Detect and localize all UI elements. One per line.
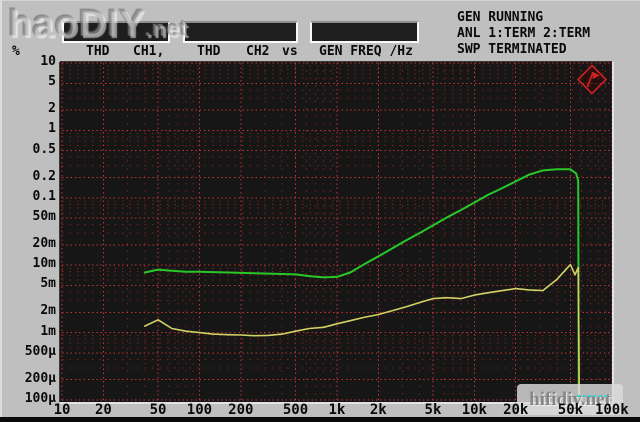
x-tick-label: 20 <box>95 403 112 418</box>
trace2-channel-label: CH2 <box>246 44 269 59</box>
status-generator: GEN RUNNING <box>457 10 543 25</box>
x-tick-label: 500 <box>283 403 308 418</box>
y-tick-label: 200µ <box>0 372 56 386</box>
y-tick-label: 2 <box>0 102 56 116</box>
status-sweep: SWP TERMINATED <box>457 42 567 57</box>
readout-field-thd-ch1 <box>62 21 170 43</box>
y-tick-label: 500µ <box>0 345 56 359</box>
readout-field-thd-ch2 <box>183 21 298 43</box>
x-tick-label: 50k <box>558 403 583 418</box>
y-tick-label: 10m <box>0 257 56 271</box>
analyzer-screen: haoDIY.net % THD CH1, THD CH2 vs GEN FRE… <box>0 0 640 422</box>
y-tick-label: 20m <box>0 237 56 251</box>
x-tick-label: 10k <box>462 403 487 418</box>
trace1-func-label: THD <box>86 44 109 59</box>
y-tick-label: 5 <box>0 75 56 89</box>
y-tick-label: 1 <box>0 122 56 136</box>
y-tick-label: 0.1 <box>0 190 56 204</box>
plot-area <box>60 62 612 402</box>
x-tick-label: 1k <box>328 403 345 418</box>
x-tick-label: 10 <box>54 403 71 418</box>
thd-vs-frequency-chart <box>60 62 612 402</box>
y-tick-label: 5m <box>0 277 56 291</box>
trace-vs-label: vs <box>282 44 298 59</box>
screen-edge-top <box>0 0 640 1</box>
rohde-schwarz-logo-icon <box>578 66 606 94</box>
y-tick-label: 50m <box>0 210 56 224</box>
cyan-bottom-marker <box>577 395 610 397</box>
trace1-channel-label: CH1, <box>133 44 164 59</box>
y-tick-label: 0.2 <box>0 170 56 184</box>
x-tick-label: 5k <box>425 403 442 418</box>
y-tick-label: 1m <box>0 325 56 339</box>
trace-1 <box>145 169 579 400</box>
y-tick-label: 0.5 <box>0 143 56 157</box>
x-tick-label: 50 <box>150 403 167 418</box>
x-tick-label: 20k <box>503 403 528 418</box>
x-tick-label: 100 <box>187 403 212 418</box>
y-tick-label: 100µ <box>0 392 56 406</box>
x-tick-label: 200 <box>228 403 253 418</box>
y-tick-label: 10 <box>0 55 56 69</box>
readout-field-gen-freq <box>310 21 419 43</box>
status-analyzer: ANL 1:TERM 2:TERM <box>457 26 590 41</box>
trace2-func-label: THD <box>197 44 220 59</box>
x-tick-label: 100k <box>595 403 629 418</box>
x-axis-source-label: GEN FREQ /Hz <box>319 44 413 59</box>
grid-dotted-red <box>62 63 612 400</box>
x-tick-label: 2k <box>370 403 387 418</box>
y-tick-label: 2m <box>0 304 56 318</box>
